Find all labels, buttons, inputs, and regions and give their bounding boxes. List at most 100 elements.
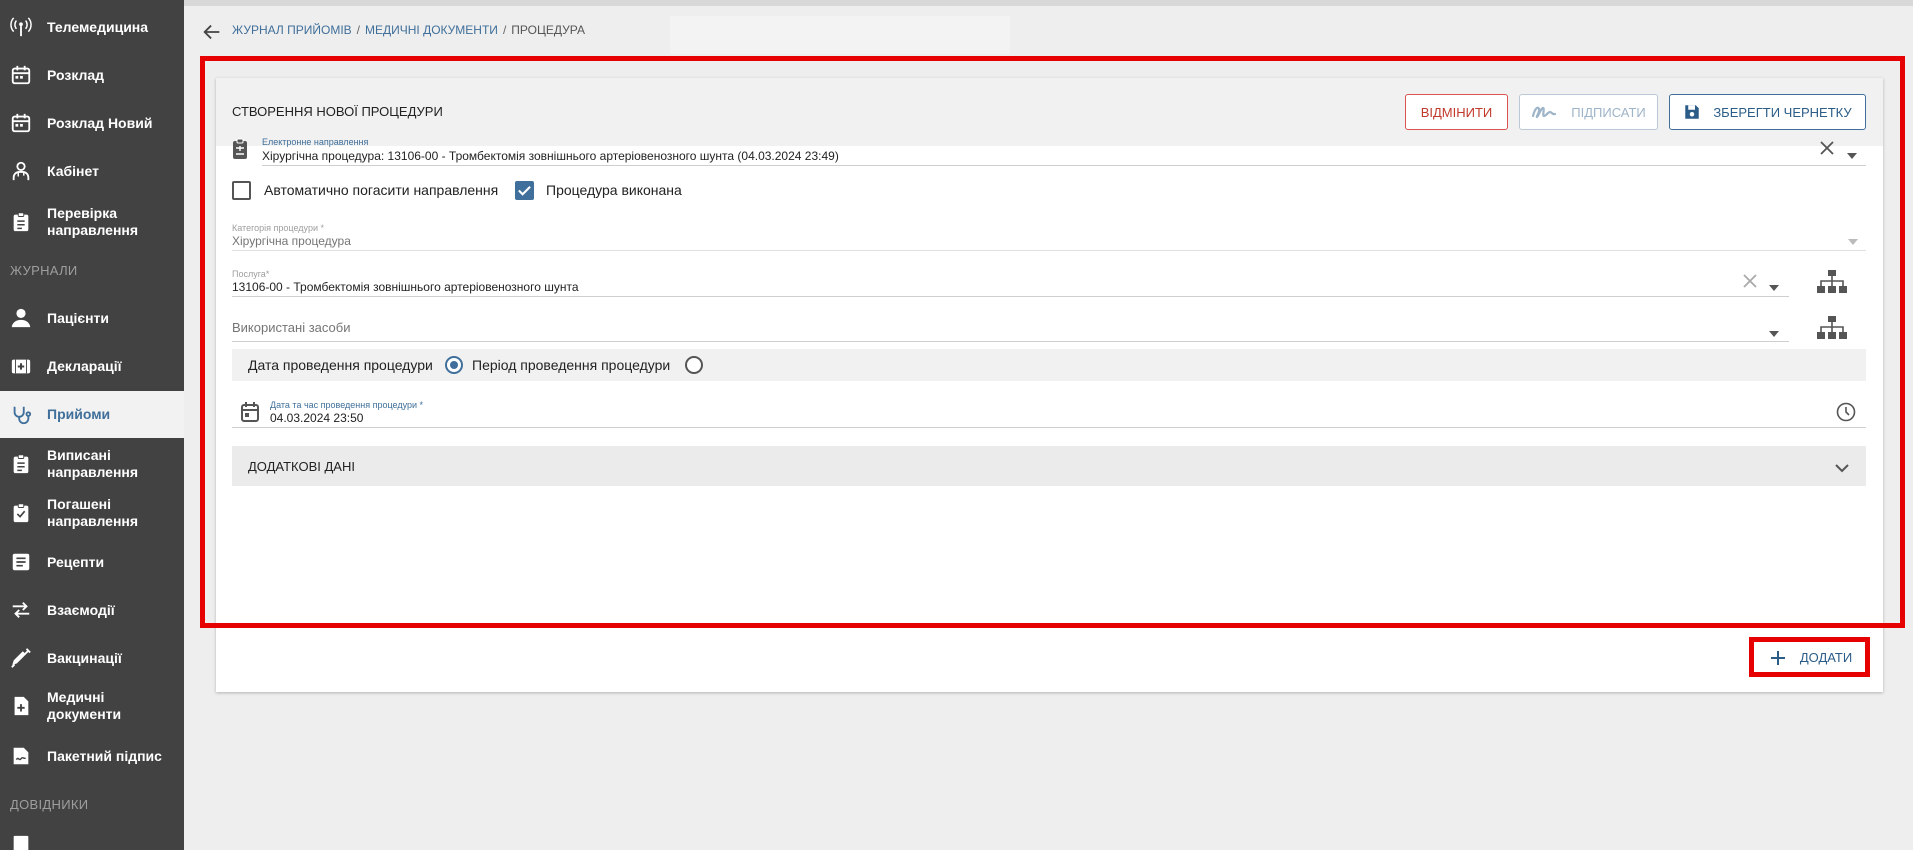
referral-select[interactable]: Хірургічна процедура: 13106-00 - Тромбек… <box>262 149 839 163</box>
document-plus-icon <box>9 694 33 718</box>
procedure-done-label: Процедура виконана <box>546 182 682 198</box>
book-icon <box>9 833 33 850</box>
sidebar-item-vaccinations[interactable]: Вакцинації <box>0 638 184 678</box>
cancel-button-label: ВІДМІНИТИ <box>1420 104 1493 120</box>
clipboard-icon <box>9 210 33 234</box>
sidebar-section-journals: ЖУРНАЛИ <box>10 263 78 278</box>
breadcrumb-medical-documents[interactable]: МЕДИЧНІ ДОКУМЕНТИ <box>365 23 498 37</box>
sidebar: Телемедицина Розклад Розклад Новий Кабін… <box>0 0 184 850</box>
list-icon <box>9 550 33 574</box>
category-field-underline <box>232 250 1866 251</box>
breadcrumb-current: ПРОЦЕДУРА <box>511 23 585 37</box>
card-header: СТВОРЕННЯ НОВОЇ ПРОЦЕДУРИ ВІДМІНИТИ ПІДП… <box>216 78 1883 146</box>
sidebar-item-label: Погашені направлення <box>47 496 139 529</box>
chevron-down-icon <box>1848 232 1858 250</box>
breadcrumb: ЖУРНАЛ ПРИЙОМІВ / МЕДИЧНІ ДОКУМЕНТИ / ПР… <box>232 23 585 37</box>
sidebar-item-cabinet[interactable]: Кабінет <box>0 151 184 191</box>
top-bar-blank-field <box>670 16 1010 54</box>
back-arrow-icon[interactable] <box>201 21 223 43</box>
calendar-icon <box>9 111 33 135</box>
breadcrumb-separator: / <box>356 23 361 37</box>
sidebar-item-batch-sign[interactable]: Пакетний підпис <box>0 736 184 776</box>
person-icon <box>9 306 33 330</box>
sidebar-item-declarations[interactable]: Декларації <box>0 346 184 386</box>
sidebar-item-label: Вакцинації <box>47 649 122 666</box>
sidebar-item-patients[interactable]: Пацієнти <box>0 298 184 338</box>
medical-case-icon <box>9 354 33 378</box>
sidebar-item-label: Кабінет <box>47 162 99 179</box>
sidebar-item-interactions[interactable]: Взаємодії <box>0 590 184 630</box>
checkmark-icon <box>518 186 531 196</box>
chevron-down-icon[interactable] <box>1769 278 1779 296</box>
sidebar-item-medical-documents[interactable]: Медичні документи <box>0 683 184 729</box>
chevron-down-icon[interactable] <box>1847 146 1857 164</box>
sidebar-item-schedule[interactable]: Розклад <box>0 55 184 95</box>
referral-field-label: Електронне направлення <box>262 137 369 147</box>
hierarchy-tree-icon[interactable] <box>1817 316 1847 345</box>
additional-data-title: ДОДАТКОВІ ДАНІ <box>248 459 355 474</box>
sidebar-item-label: Взаємодії <box>47 601 115 618</box>
period-mode-label: Період проведення процедури <box>472 357 671 373</box>
breadcrumb-separator: / <box>502 23 507 37</box>
clipboard-icon <box>9 501 33 525</box>
floppy-disk-icon <box>1685 105 1700 119</box>
category-field-label: Категорія процедури * <box>232 223 324 233</box>
sidebar-item-issued-referrals[interactable]: Виписані направлення <box>0 441 184 487</box>
top-bar: ЖУРНАЛ ПРИЙОМІВ / МЕДИЧНІ ДОКУМЕНТИ / ПР… <box>184 0 1913 56</box>
signature-icon <box>9 744 33 768</box>
swap-icon <box>9 598 33 622</box>
auto-close-referral-checkbox[interactable] <box>232 181 251 200</box>
service-select[interactable]: 13106-00 - Тромбектомія зовнішнього арте… <box>232 280 579 294</box>
sidebar-item-label: Пакетний підпис <box>47 747 162 764</box>
save-draft-button[interactable]: ЗБЕРЕГТИ ЧЕРНЕТКУ <box>1669 94 1866 130</box>
hierarchy-tree-icon[interactable] <box>1817 270 1847 299</box>
date-mode-radio[interactable] <box>445 356 463 374</box>
sign-button[interactable]: ПІДПИСАТИ <box>1519 94 1658 130</box>
tools-field-underline <box>232 341 1789 342</box>
sidebar-item-label: Розклад Новий <box>47 114 153 131</box>
service-field-underline <box>232 296 1789 297</box>
cancel-button[interactable]: ВІДМІНИТИ <box>1405 94 1508 130</box>
sidebar-item-label: Медичні документи <box>47 689 122 722</box>
antenna-icon <box>9 15 33 39</box>
datetime-field-label: Дата та час проведення процедури * <box>270 400 424 410</box>
sidebar-item-label: Прийоми <box>47 406 111 422</box>
sidebar-item-label: Перевірка направлення <box>47 205 139 238</box>
sidebar-item-referral-check[interactable]: Перевірка направлення <box>0 199 184 245</box>
referral-field-underline <box>262 165 1866 166</box>
syringe-icon <box>9 646 33 670</box>
sidebar-item-label: Телемедицина <box>47 18 149 35</box>
calendar-icon[interactable] <box>241 402 259 427</box>
sidebar-item-prescriptions[interactable]: Рецепти <box>0 542 184 582</box>
clear-icon[interactable] <box>1820 141 1834 160</box>
signature-icon <box>1532 106 1557 119</box>
clipboard-icon <box>9 452 33 476</box>
procedure-form-card: СТВОРЕННЯ НОВОЇ ПРОЦЕДУРИ ВІДМІНИТИ ПІДП… <box>216 78 1883 692</box>
add-button-label: ДОДАТИ <box>1799 650 1853 665</box>
procedure-done-checkbox[interactable] <box>515 181 534 200</box>
datetime-input[interactable]: 04.03.2024 23:50 <box>270 411 363 425</box>
page-title: СТВОРЕННЯ НОВОЇ ПРОЦЕДУРИ <box>232 104 443 119</box>
sidebar-item-schedule-new[interactable]: Розклад Новий <box>0 103 184 143</box>
sign-button-label: ПІДПИСАТИ <box>1571 104 1646 120</box>
sidebar-section-references: ДОВІДНИКИ <box>10 797 89 812</box>
breadcrumb-appointments-journal[interactable]: ЖУРНАЛ ПРИЙОМІВ <box>232 23 352 37</box>
datetime-field-underline <box>232 427 1866 428</box>
date-mode-label: Дата проведення процедури <box>248 357 433 373</box>
clock-icon[interactable] <box>1836 402 1856 427</box>
sidebar-item-appointments[interactable]: Прийоми <box>0 391 184 438</box>
calendar-icon <box>9 63 33 87</box>
service-field-label: Послуга* <box>232 269 270 279</box>
add-button[interactable]: ДОДАТИ <box>1755 640 1867 675</box>
sidebar-item-telemedicine[interactable]: Телемедицина <box>0 7 184 47</box>
sidebar-item-closed-referrals[interactable]: Погашені направлення <box>0 490 184 536</box>
plus-icon <box>1770 650 1785 665</box>
period-mode-radio[interactable] <box>685 356 703 374</box>
date-mode-row: Дата проведення процедури Період проведе… <box>232 349 1866 381</box>
clear-icon[interactable] <box>1743 274 1757 293</box>
category-select[interactable]: Хірургічна процедура <box>232 234 351 248</box>
additional-data-accordion[interactable]: ДОДАТКОВІ ДАНІ <box>232 446 1866 486</box>
tools-used-select[interactable]: Використані засоби <box>232 320 350 335</box>
sidebar-item-references-first[interactable] <box>0 835 184 850</box>
chevron-down-icon[interactable] <box>1769 324 1779 342</box>
